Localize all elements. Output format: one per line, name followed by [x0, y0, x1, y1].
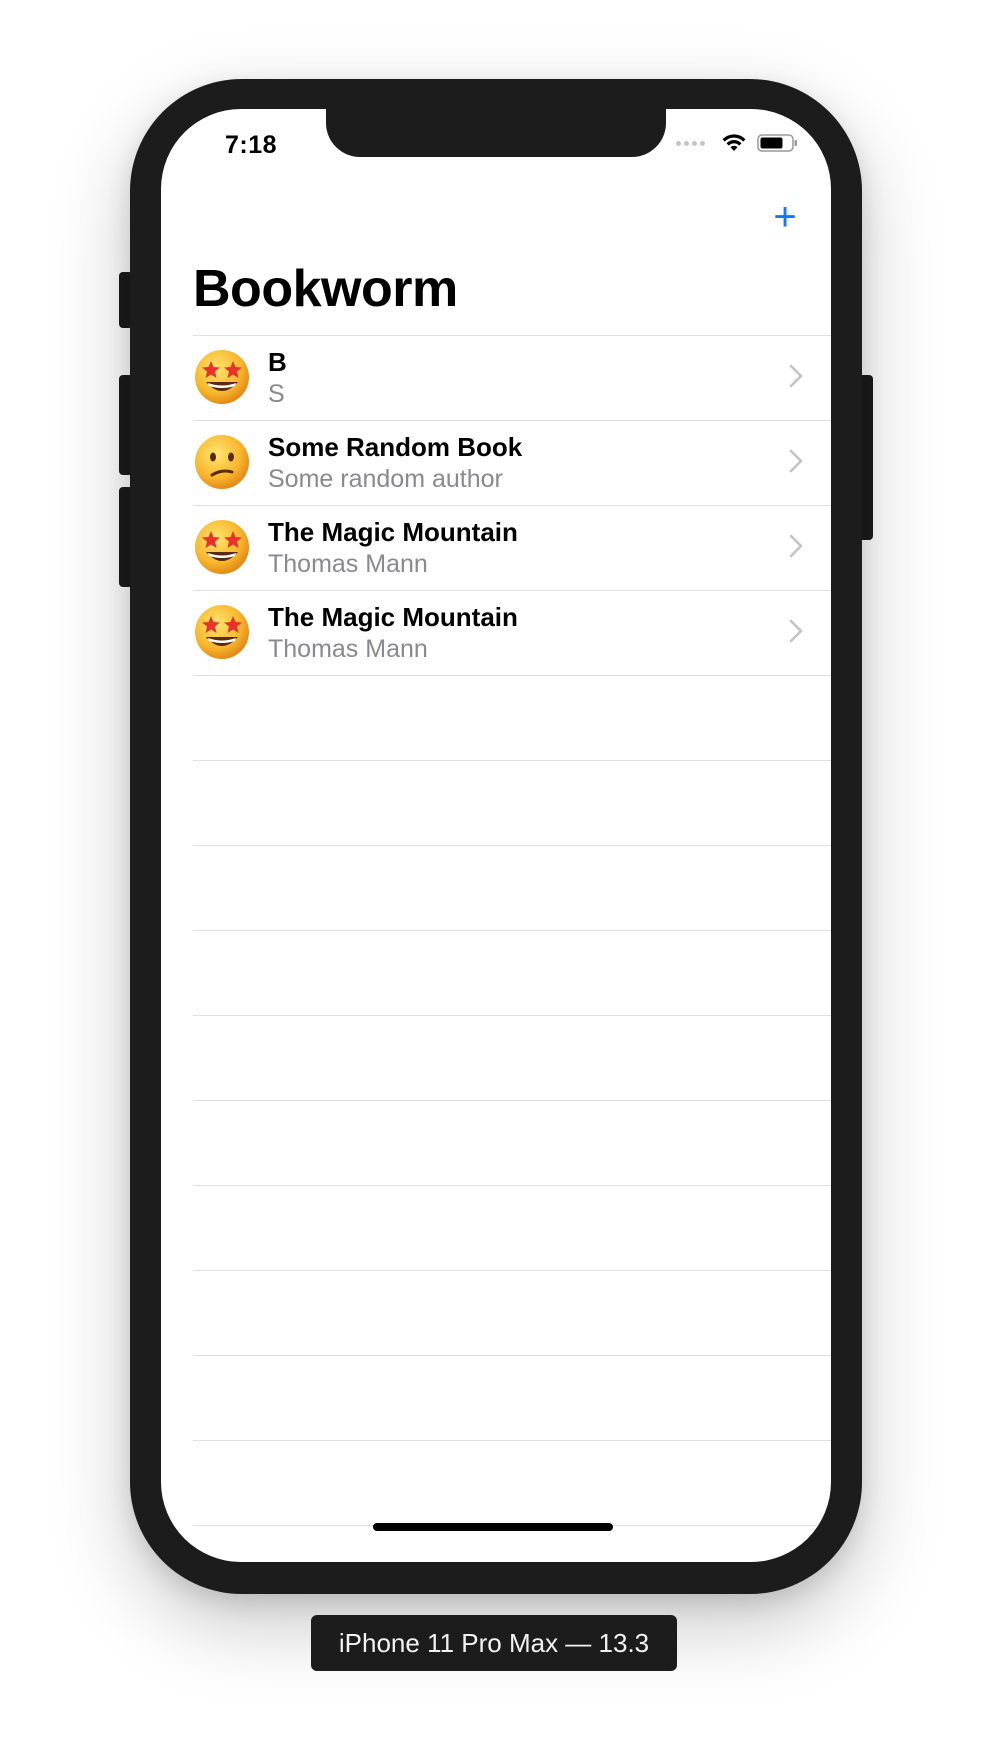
book-title: The Magic Mountain [268, 602, 518, 632]
star-struck-emoji-icon [193, 518, 251, 576]
empty-row [193, 1015, 831, 1100]
status-icons [676, 133, 799, 153]
add-book-button[interactable]: + [765, 197, 805, 237]
book-author: Thomas Mann [268, 550, 428, 578]
home-indicator[interactable] [373, 1523, 613, 1531]
empty-row [193, 845, 831, 930]
chevron-right-icon [789, 619, 803, 643]
status-time: 7:18 [225, 131, 278, 159]
signal-icon [676, 140, 705, 146]
notch [326, 109, 666, 157]
empty-row [193, 1100, 831, 1185]
empty-row [193, 1185, 831, 1270]
page-title: Bookworm [193, 260, 458, 318]
empty-row [193, 760, 831, 845]
chevron-right-icon [789, 534, 803, 558]
book-author: Some random author [268, 465, 503, 493]
book-author: S [268, 380, 285, 408]
empty-row [193, 1440, 831, 1525]
list-item[interactable]: The Magic Mountain Thomas Mann [193, 590, 831, 675]
book-title: B [268, 347, 287, 377]
confused-emoji-icon [193, 433, 251, 491]
book-title: The Magic Mountain [268, 517, 518, 547]
simulator-window: 7:18 + Bookworm B S Some Random Book Som… [0, 0, 992, 1746]
device-screen: 7:18 + Bookworm B S Some Random Book Som… [161, 109, 831, 1562]
empty-row [193, 1355, 831, 1440]
wifi-icon [722, 134, 746, 151]
list-item[interactable]: The Magic Mountain Thomas Mann [193, 505, 831, 590]
book-list: B S Some Random Book Some random author … [193, 335, 831, 1545]
battery-icon [757, 134, 797, 152]
empty-row [193, 930, 831, 1015]
star-struck-emoji-icon [193, 603, 251, 661]
empty-row [193, 675, 831, 760]
device-label: iPhone 11 Pro Max — 13.3 [311, 1615, 677, 1671]
empty-row [193, 1270, 831, 1355]
star-struck-emoji-icon [193, 348, 251, 406]
book-author: Thomas Mann [268, 635, 428, 663]
list-item[interactable]: B S [193, 335, 831, 420]
list-item[interactable]: Some Random Book Some random author [193, 420, 831, 505]
chevron-right-icon [789, 449, 803, 473]
book-title: Some Random Book [268, 432, 523, 462]
chevron-right-icon [789, 364, 803, 388]
